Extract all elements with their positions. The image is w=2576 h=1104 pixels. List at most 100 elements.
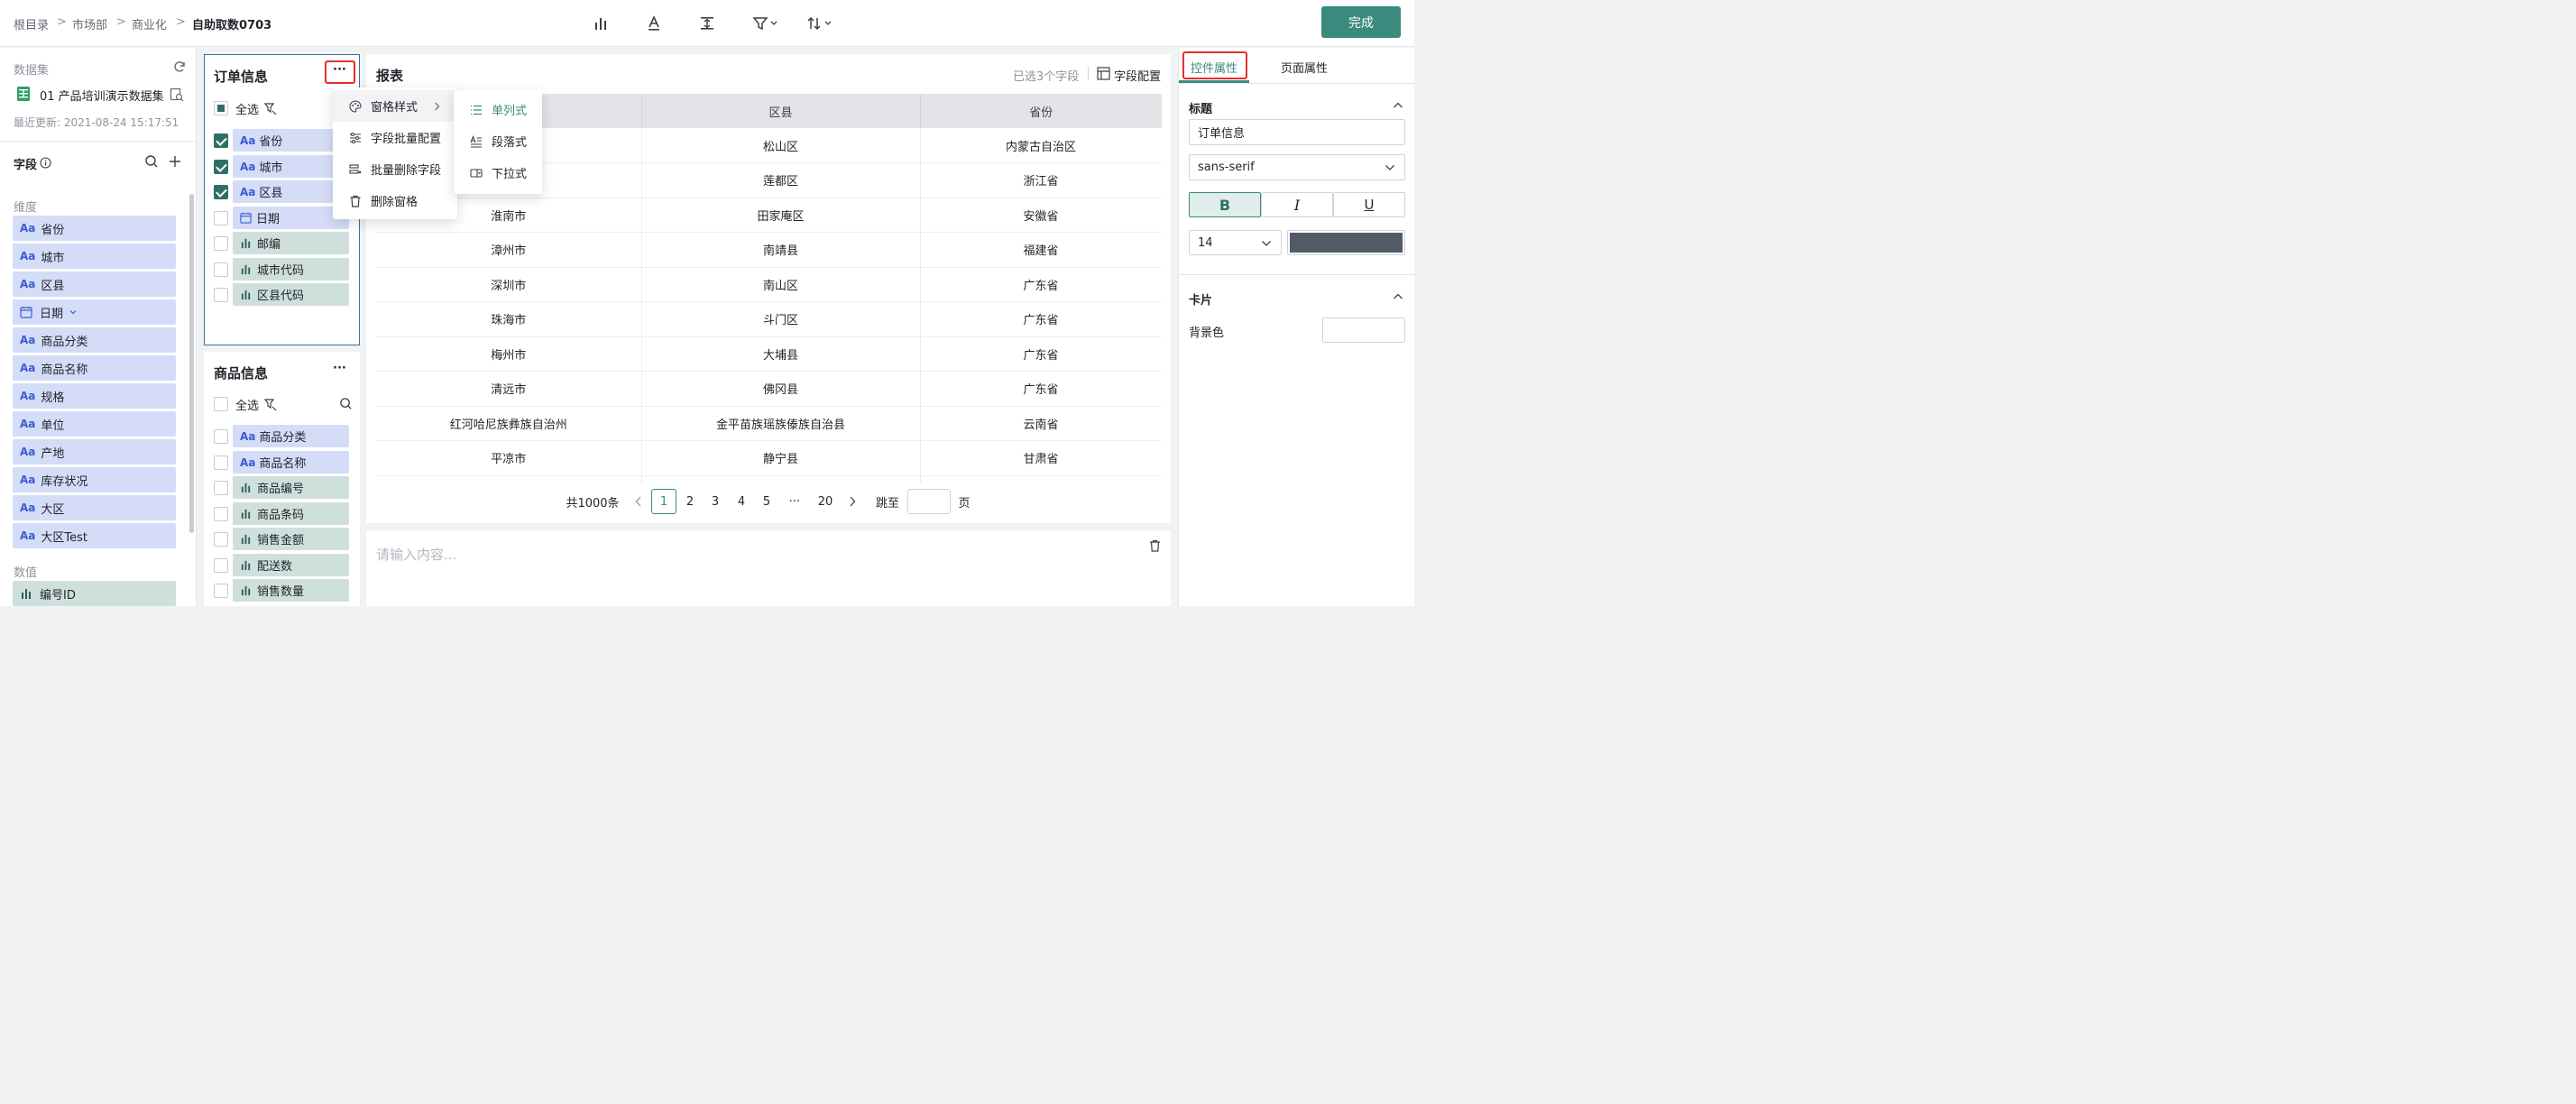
field-dimension[interactable]: Aa 产地 <box>13 439 176 465</box>
field-checkbox[interactable] <box>214 160 228 174</box>
field-checkbox[interactable] <box>214 211 228 225</box>
menu-item-pane-style[interactable]: 窗格样式 <box>333 90 457 122</box>
submenu-item-dropdown[interactable]: 下拉式 <box>454 157 542 189</box>
field-checkbox[interactable] <box>214 288 228 302</box>
column-header[interactable]: 省份 <box>920 94 1162 128</box>
field-dimension[interactable]: 日期 <box>13 299 176 325</box>
chevron-up-icon[interactable] <box>1393 101 1403 110</box>
field-checkbox[interactable] <box>214 507 228 521</box>
product-field[interactable]: 商品编号 <box>233 476 349 499</box>
select-all-checkbox[interactable] <box>214 101 228 115</box>
breadcrumb-market[interactable]: 市场部 <box>72 15 107 32</box>
field-checkbox[interactable] <box>214 185 228 199</box>
page-ellipsis[interactable]: ··· <box>784 489 805 514</box>
clear-filter-icon[interactable] <box>263 397 278 411</box>
underline-button[interactable]: U <box>1333 192 1405 217</box>
delete-icon[interactable] <box>1149 539 1161 552</box>
menu-item-batch-config[interactable]: 字段批量配置 <box>333 122 457 153</box>
field-checkbox[interactable] <box>214 262 228 277</box>
field-checkbox[interactable] <box>214 481 228 495</box>
refresh-icon[interactable] <box>172 60 187 74</box>
field-config-icon[interactable] <box>1097 67 1110 80</box>
editor-placeholder[interactable]: 请输入内容... <box>376 545 456 564</box>
product-field[interactable]: 商品条码 <box>233 502 349 525</box>
field-dimension[interactable]: Aa 省份 <box>13 216 176 241</box>
field-checkbox[interactable] <box>214 133 228 148</box>
clear-filter-icon[interactable] <box>263 101 278 115</box>
search-icon[interactable] <box>339 397 353 410</box>
field-dimension[interactable]: Aa 单位 <box>13 411 176 437</box>
background-color-picker[interactable] <box>1322 317 1405 343</box>
title-input[interactable]: 订单信息 <box>1189 119 1405 145</box>
next-page-icon[interactable] <box>845 489 860 514</box>
product-field[interactable]: Aa 商品分类 <box>233 425 349 447</box>
order-field[interactable]: 日期 <box>233 207 349 229</box>
prev-page-icon[interactable] <box>631 489 646 514</box>
field-value[interactable]: 编号ID <box>13 581 176 606</box>
column-header[interactable]: 区县 <box>641 94 921 128</box>
done-button[interactable]: 完成 <box>1321 6 1401 38</box>
menu-item-batch-delete[interactable]: 批量删除字段 <box>333 153 457 185</box>
tab-page-properties[interactable]: 页面属性 <box>1281 59 1328 76</box>
bar-chart-icon[interactable] <box>591 13 611 34</box>
submenu-item-single-column[interactable]: 单列式 <box>454 94 542 125</box>
more-options-button[interactable]: ··· <box>333 63 346 77</box>
align-icon[interactable] <box>697 13 717 34</box>
submenu-item-paragraph[interactable]: 段落式 <box>454 125 542 157</box>
dataset-name[interactable]: 01 产品培训演示数据集 <box>40 87 164 104</box>
field-dimension[interactable]: Aa 区县 <box>13 271 176 297</box>
page-button[interactable]: 4 <box>732 489 750 514</box>
field-dimension[interactable]: Aa 大区Test <box>13 523 176 548</box>
product-field[interactable]: 销售数量 <box>233 579 349 602</box>
dataset-detail-icon[interactable] <box>170 87 184 102</box>
field-dimension[interactable]: Aa 商品名称 <box>13 355 176 381</box>
product-field[interactable]: Aa 商品名称 <box>233 451 349 474</box>
field-dimension[interactable]: Aa 规格 <box>13 383 176 409</box>
sort-icon[interactable] <box>805 13 834 34</box>
bold-button[interactable]: B <box>1189 192 1261 217</box>
page-button[interactable]: 5 <box>758 489 776 514</box>
italic-button[interactable]: I <box>1261 192 1333 217</box>
chevron-up-icon[interactable] <box>1393 292 1403 301</box>
field-checkbox[interactable] <box>214 558 228 573</box>
product-field[interactable]: 配送数 <box>233 554 349 576</box>
page-button[interactable]: 3 <box>706 489 724 514</box>
field-dimension[interactable]: Aa 大区 <box>13 495 176 520</box>
page-button[interactable]: 2 <box>681 489 699 514</box>
text-format-icon[interactable] <box>644 13 664 34</box>
menu-item-delete-pane[interactable]: 删除窗格 <box>333 185 457 216</box>
order-field[interactable]: Aa 省份 <box>233 129 349 152</box>
font-size-select[interactable]: 14 <box>1189 230 1282 255</box>
page-button[interactable]: 20 <box>814 489 836 514</box>
order-field[interactable]: 城市代码 <box>233 258 349 281</box>
text-color-picker[interactable] <box>1287 230 1405 255</box>
field-dimension[interactable]: Aa 城市 <box>13 244 176 269</box>
order-field[interactable]: Aa 城市 <box>233 155 349 178</box>
text-editor[interactable] <box>366 530 1171 606</box>
field-checkbox[interactable] <box>214 455 228 470</box>
product-field[interactable]: 销售金额 <box>233 528 349 550</box>
field-checkbox[interactable] <box>214 429 228 444</box>
page-button-current[interactable]: 1 <box>651 489 676 514</box>
search-icon[interactable] <box>144 154 159 169</box>
breadcrumb-business[interactable]: 商业化 <box>132 15 167 32</box>
select-all-checkbox[interactable] <box>214 397 228 411</box>
filter-icon[interactable] <box>751 13 780 34</box>
field-config-button[interactable]: 字段配置 <box>1114 67 1161 84</box>
chevron-down-icon[interactable] <box>69 308 78 317</box>
font-select[interactable]: sans-serif <box>1189 154 1405 180</box>
order-field[interactable]: 邮编 <box>233 232 349 254</box>
jump-page-input[interactable] <box>907 489 951 514</box>
scrollbar[interactable] <box>189 194 194 533</box>
order-field[interactable]: Aa 区县 <box>233 180 349 203</box>
info-icon[interactable] <box>40 157 51 169</box>
breadcrumb-root[interactable]: 根目录 <box>14 15 49 32</box>
add-icon[interactable] <box>168 154 182 169</box>
field-dimension[interactable]: Aa 库存状况 <box>13 467 176 492</box>
field-dimension[interactable]: Aa 商品分类 <box>13 327 176 353</box>
field-checkbox[interactable] <box>214 584 228 598</box>
order-field[interactable]: 区县代码 <box>233 283 349 306</box>
more-options-button[interactable]: ··· <box>333 362 346 375</box>
field-checkbox[interactable] <box>214 532 228 547</box>
field-checkbox[interactable] <box>214 236 228 251</box>
